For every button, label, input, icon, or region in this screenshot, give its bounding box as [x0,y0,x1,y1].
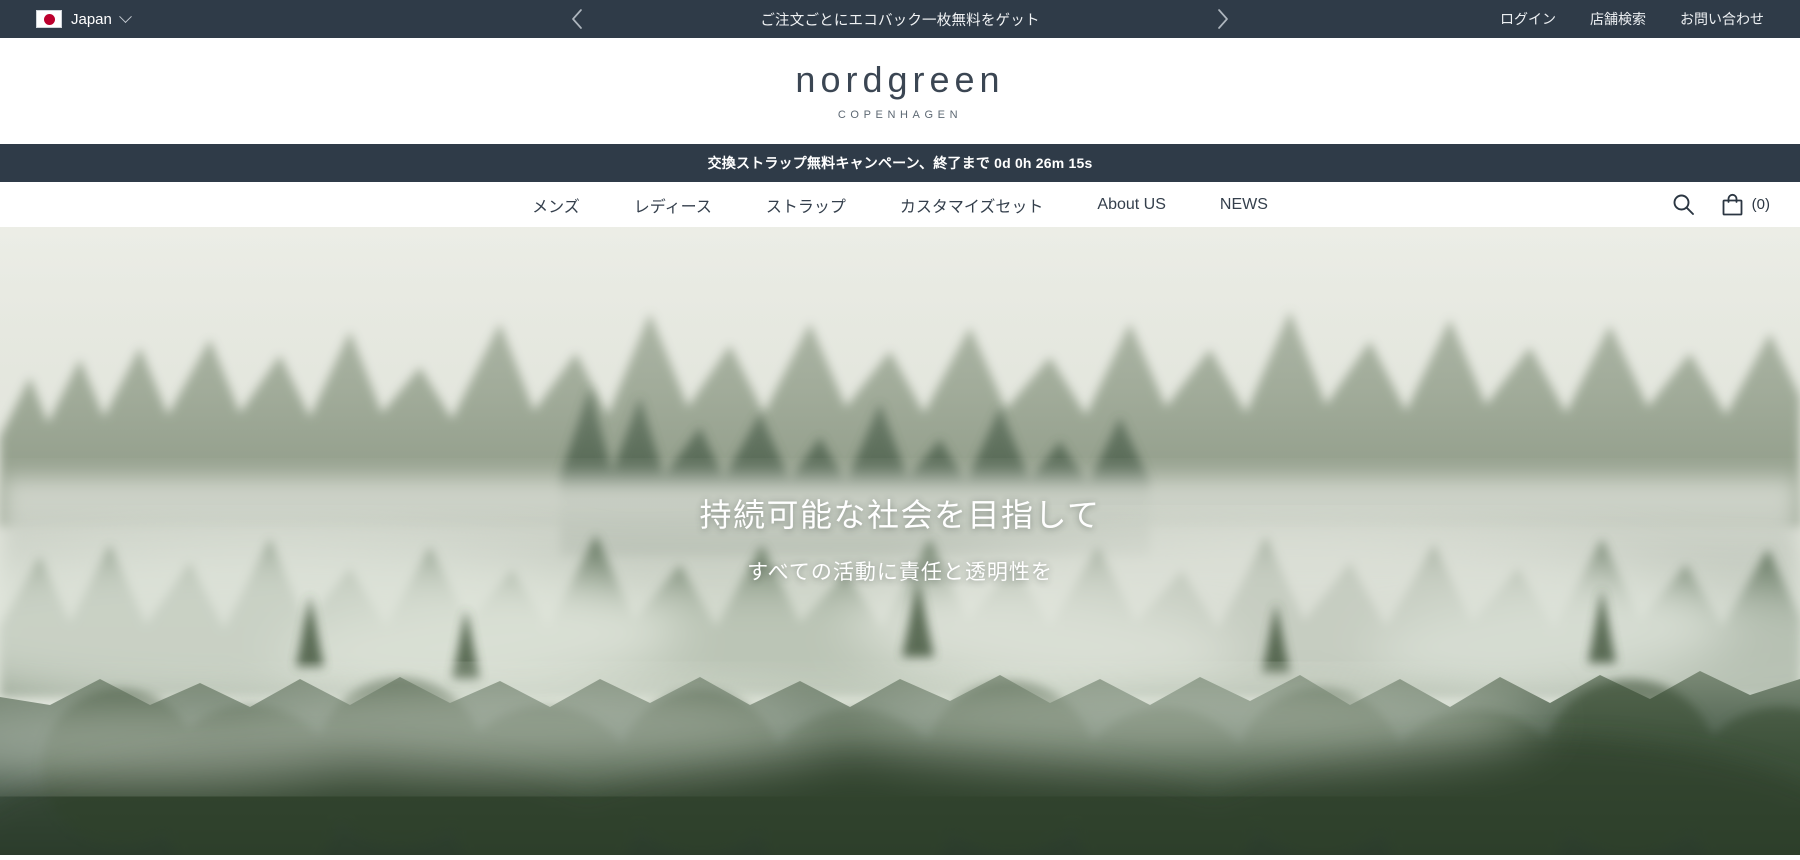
announcement-text: ご注文ごとにエコバック一枚無料をゲット [760,12,1040,29]
login-link[interactable]: ログイン [1500,9,1556,29]
nav-item-straps[interactable]: ストラップ [766,193,846,217]
cart-button[interactable]: (0) [1720,192,1770,218]
nav-item-news[interactable]: NEWS [1220,196,1268,214]
cart-item-count: (0) [1751,196,1770,213]
search-icon[interactable] [1671,192,1696,217]
nav-item-custom-set[interactable]: カスタマイズセット [900,193,1044,217]
nav-item-mens[interactable]: メンズ [532,193,580,217]
top-announcement-bar: Japan ご注文ごとにエコバック一枚無料をゲット ログイン 店舗検索 お問い合… [0,0,1800,38]
shopping-bag-icon [1720,192,1745,218]
nav-item-about-us[interactable]: About US [1097,196,1165,214]
store-locator-link[interactable]: 店舗検索 [1590,9,1646,29]
logo-bar: nordgreen COPENHAGEN [0,38,1800,144]
locale-label: Japan [71,10,112,28]
contact-link[interactable]: お問い合わせ [1680,9,1764,29]
hero-banner: 持続可能な社会を目指して すべての活動に責任と透明性を [0,227,1800,855]
nav-item-ladies[interactable]: レディース [634,193,712,217]
top-utility-links: ログイン 店舗検索 お問い合わせ [1500,9,1764,29]
promo-countdown-bar: 交換ストラップ無料キャンペーン、終了まで 0d 0h 26m 15s [0,144,1800,182]
promo-countdown-text: 交換ストラップ無料キャンペーン、終了まで 0d 0h 26m 15s [707,155,1093,171]
chevron-down-icon [119,9,132,23]
hero-title: 持続可能な社会を目指して [699,497,1101,533]
locale-selector[interactable]: Japan [36,9,132,28]
hero-subtitle: すべての活動に責任と透明性を [747,560,1053,584]
chevron-right-icon[interactable] [1210,6,1236,32]
japan-flag-icon [36,10,62,28]
chevron-left-icon[interactable] [564,6,590,32]
nav-actions: (0) [1671,182,1770,227]
hero-copy: 持続可能な社会を目指して すべての活動に責任と透明性を [0,495,1800,586]
nav-links: メンズ レディース ストラップ カスタマイズセット About US NEWS [532,193,1268,217]
main-navigation: メンズ レディース ストラップ カスタマイズセット About US NEWS … [0,182,1800,227]
brand-tagline: COPENHAGEN [837,108,963,121]
brand-logo[interactable]: nordgreen [795,61,1004,98]
